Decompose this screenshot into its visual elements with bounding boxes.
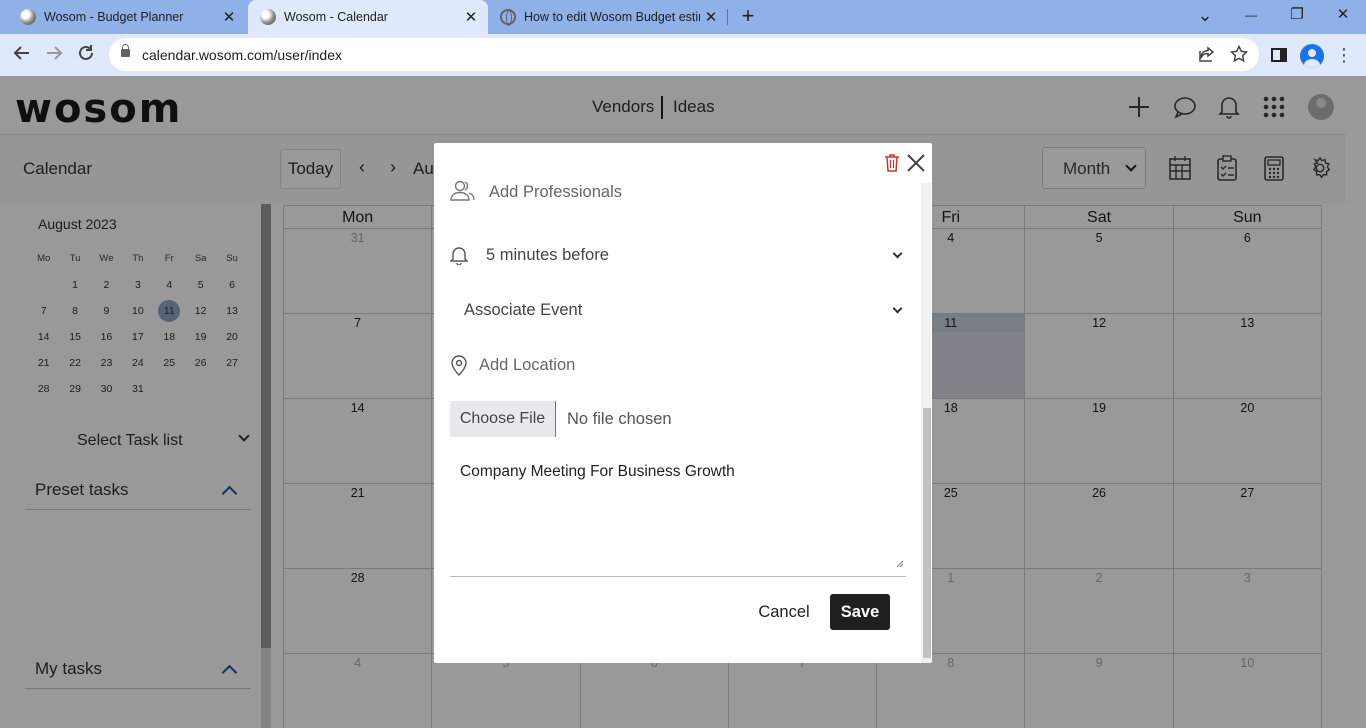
file-status: No file chosen	[567, 410, 672, 428]
event-edit-dialog: Add Professionals 5 minutes before Assoc…	[434, 143, 932, 663]
bookmark-star-icon[interactable]	[1229, 44, 1249, 65]
add-professionals-field[interactable]: Add Professionals	[450, 179, 906, 205]
browser-tab-strip: Wosom - Budget Planner ✕ Wosom - Calenda…	[0, 0, 1366, 34]
tab-close-icon[interactable]: ✕	[460, 8, 482, 26]
restore-button[interactable]: ❐	[1274, 0, 1320, 30]
wosom-favicon-icon	[20, 9, 36, 25]
minimize-button[interactable]: —	[1228, 0, 1274, 30]
reminder-select[interactable]: 5 minutes before	[450, 243, 906, 269]
tab-close-icon[interactable]: ✕	[700, 8, 722, 26]
resize-grip-icon[interactable]	[896, 560, 904, 568]
trash-delete-icon[interactable]	[884, 154, 900, 172]
chevron-down-icon	[892, 248, 903, 259]
chevron-down-icon	[892, 303, 903, 314]
browser-toolbar: calendar.wosom.com/user/index	[0, 34, 1366, 76]
add-location-placeholder: Add Location	[479, 356, 576, 374]
location-pin-icon	[451, 355, 467, 376]
close-icon[interactable]	[904, 151, 928, 175]
event-description-textarea[interactable]: Company Meeting For Business Growth	[450, 455, 906, 577]
tab-budget-planner[interactable]: Wosom - Budget Planner ✕	[0, 0, 246, 34]
window-close-button[interactable]: ✕	[1320, 0, 1366, 30]
browser-menu-icon[interactable]: ⋮	[1334, 44, 1354, 68]
back-arrow-icon[interactable]	[10, 43, 34, 67]
share-icon[interactable]	[1197, 45, 1217, 65]
browser-profile-icon[interactable]	[1300, 44, 1324, 68]
people-icon	[450, 180, 475, 201]
associate-event-value: Associate Event	[464, 301, 583, 319]
tab-title: Wosom - Calendar	[284, 10, 388, 24]
side-panel-icon[interactable]	[1270, 46, 1288, 64]
choose-file-button[interactable]: Choose File	[450, 401, 556, 437]
reminder-value: 5 minutes before	[486, 246, 609, 264]
reload-icon[interactable]	[74, 43, 98, 67]
bell-icon	[450, 247, 468, 265]
save-button[interactable]: Save	[830, 594, 890, 630]
add-professionals-placeholder: Add Professionals	[489, 183, 622, 201]
new-tab-button[interactable]: +	[737, 4, 759, 30]
lock-icon	[121, 44, 130, 57]
tab-how-to-edit[interactable]: How to edit Wosom Budget estim ✕	[488, 0, 728, 34]
address-bar[interactable]: calendar.wosom.com/user/index	[109, 38, 1259, 71]
tab-calendar[interactable]: Wosom - Calendar ✕	[248, 0, 488, 34]
tab-title: Wosom - Budget Planner	[44, 10, 184, 24]
url-text: calendar.wosom.com/user/index	[142, 47, 342, 63]
tab-search-button[interactable]: ⌄	[1182, 0, 1228, 30]
associate-event-select[interactable]: Associate Event	[450, 298, 906, 324]
cancel-button[interactable]: Cancel	[752, 594, 816, 630]
add-location-field[interactable]: Add Location	[450, 353, 906, 379]
tab-separator	[727, 9, 728, 25]
wosom-favicon-icon	[260, 9, 276, 25]
tab-close-icon[interactable]: ✕	[218, 8, 240, 26]
globe-favicon-icon	[500, 9, 516, 26]
tab-title: How to edit Wosom Budget estim	[524, 10, 700, 24]
dialog-scrollbar-thumb[interactable]	[923, 408, 931, 658]
forward-arrow-icon[interactable]	[42, 43, 66, 67]
